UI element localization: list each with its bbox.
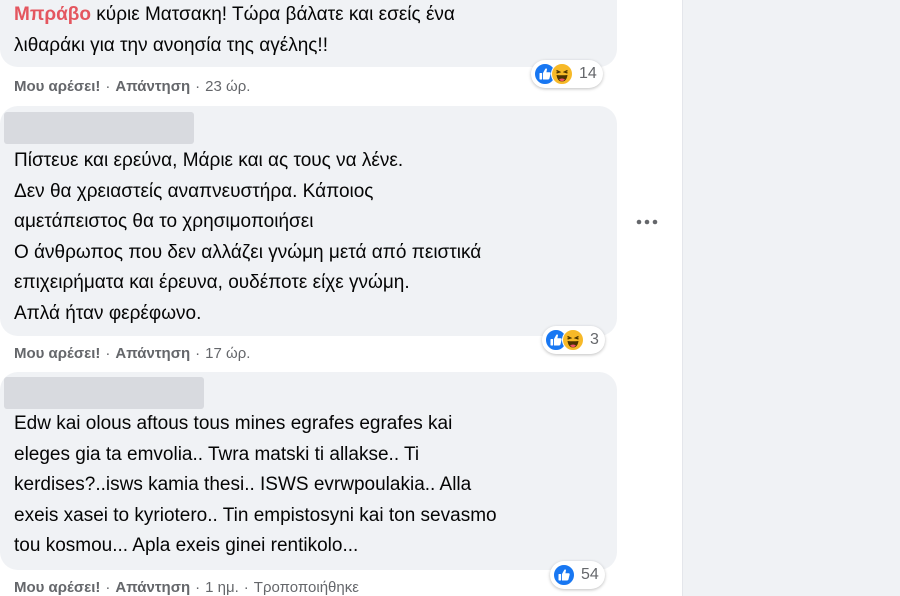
comment-line: αμετάπειστος θα το χρησιμοποιήσει xyxy=(14,211,314,232)
comment-line: Δεν θα χρειαστείς αναπνευστήρα. Κάποιος xyxy=(14,180,374,202)
reaction-summary[interactable]: 3 xyxy=(542,326,605,354)
comment-line: λιθαράκι για την ανοησία της αγέλης!! xyxy=(14,34,328,56)
comment-actions: Μου αρέσει! · Απάντηση · 17 ώρ. xyxy=(14,345,251,362)
like-link[interactable]: Μου αρέσει! xyxy=(14,345,100,362)
haha-icon xyxy=(562,329,584,351)
more-options-icon[interactable] xyxy=(634,212,660,232)
reply-link[interactable]: Απάντηση xyxy=(115,78,190,95)
comment-line: eleges gia ta emvolia.. Twra matski ti a… xyxy=(14,443,420,465)
comment-bubble: Edw kai olous aftous tous mines egrafes … xyxy=(0,372,617,570)
comment-line: Πίστευε και ερεύνα, Μάριε και ας τους να… xyxy=(14,150,404,171)
haha-icon xyxy=(551,63,573,85)
like-link[interactable]: Μου αρέσει! xyxy=(14,579,100,596)
author-name-blurred xyxy=(4,377,204,409)
reaction-count: 54 xyxy=(581,566,599,583)
comment-line: Ο άνθρωπος που δεν αλλάζει γνώμη μετά απ… xyxy=(14,241,482,263)
comment-bubble: Μπράβο κύριε Ματσακη! Τώρα βάλατε και εσ… xyxy=(0,0,617,67)
reply-link[interactable]: Απάντηση xyxy=(115,345,190,362)
like-icon xyxy=(553,564,575,586)
comment-line: Edw kai olous aftous tous mines egrafes … xyxy=(14,413,453,434)
author-name-blurred xyxy=(4,112,194,144)
comment-line: exeis xasei to kyriotero.. Tin empistosy… xyxy=(14,504,497,526)
comment-line: kerdises?..isws kamia thesi.. ISWS evrwp… xyxy=(14,474,472,495)
comment-line: tou kosmou... Apla exeis ginei rentikolo… xyxy=(14,535,359,556)
edited-label[interactable]: Τροποποιήθηκε xyxy=(254,579,359,596)
right-panel xyxy=(683,0,900,596)
reaction-count: 14 xyxy=(579,65,597,82)
comment-text: Edw kai olous aftous tous mines egrafes … xyxy=(14,409,497,562)
comment-line: Μπράβο κύριε Ματσακη! Τώρα βάλατε και εσ… xyxy=(14,4,455,25)
comment-actions: Μου αρέσει! · Απάντηση · 23 ώρ. xyxy=(14,78,251,95)
comment-text: Πίστευε και ερεύνα, Μάριε και ας τους να… xyxy=(14,146,481,329)
reaction-count: 3 xyxy=(590,331,599,348)
comment-timestamp[interactable]: 1 ημ. xyxy=(205,579,239,596)
comment-text: Μπράβο κύριε Ματσακη! Τώρα βάλατε και εσ… xyxy=(14,0,455,61)
comment-bubble: Πίστευε και ερεύνα, Μάριε και ας τους να… xyxy=(0,106,617,336)
comment-actions: Μου αρέσει! · Απάντηση · 1 ημ. · Τροποποιήθηκε xyxy=(14,579,359,596)
comment-timestamp[interactable]: 17 ώρ. xyxy=(205,345,250,362)
reaction-summary[interactable]: 54 xyxy=(550,561,605,589)
highlight-word: Μπράβο xyxy=(14,4,92,25)
like-link[interactable]: Μου αρέσει! xyxy=(14,78,100,95)
comment-timestamp[interactable]: 23 ώρ. xyxy=(205,78,250,95)
comment-line: Απλά ήταν φερέφωνο. xyxy=(14,302,202,324)
reply-link[interactable]: Απάντηση xyxy=(115,579,190,596)
comment-line: επιχειρήματα και έρευνα, ουδέποτε είχε γ… xyxy=(14,272,410,293)
reaction-summary[interactable]: 14 xyxy=(531,60,603,88)
